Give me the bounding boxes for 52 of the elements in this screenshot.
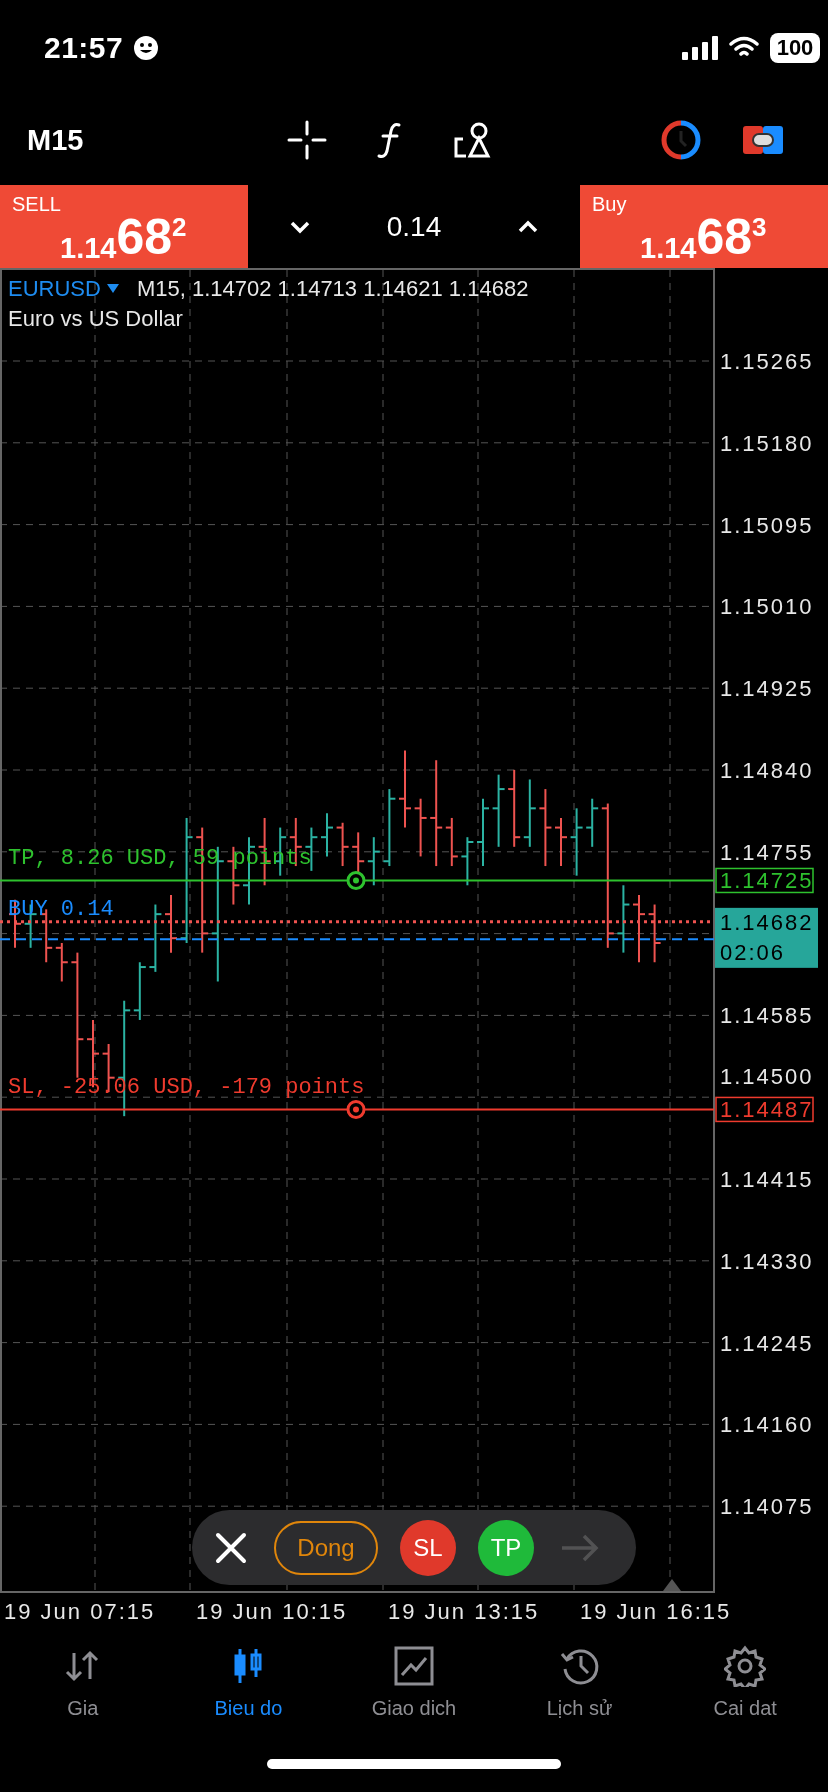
price-axis-label: 1.15095	[720, 512, 814, 538]
scroll-marker-icon[interactable]	[663, 1579, 681, 1591]
time-axis-label: 19 Jun 13:15	[388, 1599, 540, 1624]
price-axis-label: 1.14075	[720, 1494, 814, 1520]
nav-tab[interactable]: Cai dat	[662, 1644, 828, 1721]
symbol-selector[interactable]: EURUSD	[8, 276, 119, 302]
timeframe-label[interactable]: M15	[27, 123, 287, 157]
clock-icon[interactable]	[661, 120, 701, 160]
line-chart-icon	[393, 1645, 435, 1687]
close-position-button[interactable]: Dong	[274, 1520, 378, 1575]
crosshair-icon[interactable]	[287, 120, 327, 160]
battery-icon: 100	[770, 32, 820, 63]
current-price-tag: 1.14682 02:06	[715, 907, 818, 968]
time-axis-label: 19 Jun 07:15	[4, 1599, 156, 1624]
time-axis-label: 19 Jun 10:15	[196, 1599, 348, 1624]
stop-loss-price-tag: 1.14487	[715, 1096, 814, 1123]
nav-tab[interactable]: Lịch sử	[496, 1644, 663, 1721]
signal-icon	[682, 35, 718, 60]
stop-loss-handle[interactable]	[346, 1099, 366, 1119]
price-axis-label: 1.14415	[720, 1167, 814, 1192]
dropdown-triangle-icon	[106, 284, 119, 294]
price-axis-label: 1.14755	[720, 839, 814, 865]
volume-value[interactable]: 0.14	[386, 210, 442, 243]
nav-tab[interactable]: Bieu do	[165, 1644, 332, 1721]
status-time: 21:57	[44, 30, 124, 65]
nav-tab[interactable]: Giao dich	[331, 1644, 497, 1721]
symbol-description: Euro vs US Dollar	[8, 306, 184, 332]
price-axis-label: 1.14500	[720, 1064, 814, 1090]
settings-icon	[724, 1645, 767, 1687]
stop-loss-button[interactable]: SL	[400, 1519, 456, 1576]
price-axis-label: 1.14840	[720, 758, 814, 783]
price-axis-label: 1.14585	[720, 1003, 814, 1029]
price-axis-label: 1.14245	[720, 1330, 814, 1356]
price-axis-label: 1.15010	[720, 594, 814, 620]
chevron-up-icon	[517, 219, 540, 234]
function-icon[interactable]	[377, 121, 403, 159]
order-line[interactable]	[0, 938, 715, 941]
take-profit-price-tag: 1.14725	[715, 867, 814, 894]
chevron-down-icon	[288, 219, 311, 234]
price-axis-label: 1.14330	[720, 1248, 814, 1274]
smiley-icon	[133, 34, 160, 61]
stop-loss-line[interactable]	[0, 1108, 715, 1111]
time-axis-label: 19 Jun 16:15	[580, 1599, 732, 1624]
toggle-icon[interactable]	[743, 124, 783, 156]
nav-tab[interactable]: Gia	[0, 1644, 166, 1721]
shapes-icon[interactable]	[453, 121, 493, 159]
price-axis-label: 1.14925	[720, 676, 814, 702]
price-axis-label: 1.15265	[720, 349, 814, 374]
price-axis-label: 1.15180	[720, 430, 814, 456]
ohlc-quote: M15, 1.14702 1.14713 1.14621 1.14682	[136, 276, 529, 302]
price-axis-label: 1.14160	[720, 1412, 814, 1438]
take-profit-handle[interactable]	[346, 871, 366, 890]
